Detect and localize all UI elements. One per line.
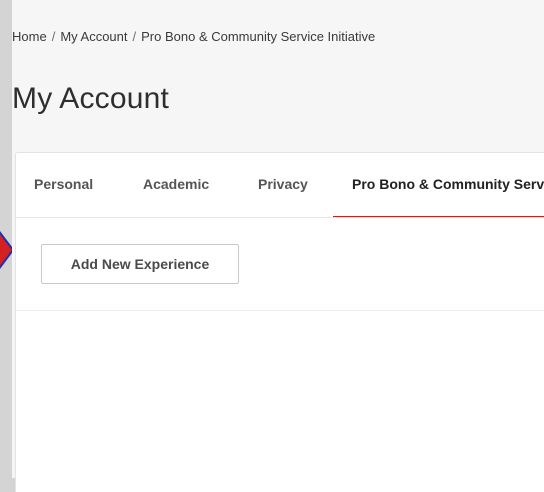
breadcrumb: Home / My Account / Pro Bono & Community Ser… [12,29,375,44]
tab-privacy[interactable]: Privacy [258,176,308,192]
breadcrumb-current: Pro Bono & Community Service Initiative [141,29,376,44]
add-new-experience-button[interactable]: Add New Experience [41,244,239,284]
tab-personal[interactable]: Personal [34,176,93,192]
page-title: My Account [12,82,170,115]
section-divider [16,310,544,311]
tab-pro-bono[interactable]: Pro Bono & Community Service [352,176,544,192]
tab-academic[interactable]: Academic [143,176,209,192]
breadcrumb-link-my-account[interactable]: My Account [60,29,127,44]
active-tab-indicator [333,216,544,217]
tab-bar: Personal Academic Privacy Pro Bono & Com… [16,153,544,218]
breadcrumb-separator: / [132,29,137,44]
breadcrumb-link-home[interactable]: Home [12,29,47,44]
page: Home / My Account / Pro Bono & Community Ser… [12,0,544,492]
account-card: Personal Academic Privacy Pro Bono & Com… [15,152,544,492]
breadcrumb-separator: / [51,29,56,44]
